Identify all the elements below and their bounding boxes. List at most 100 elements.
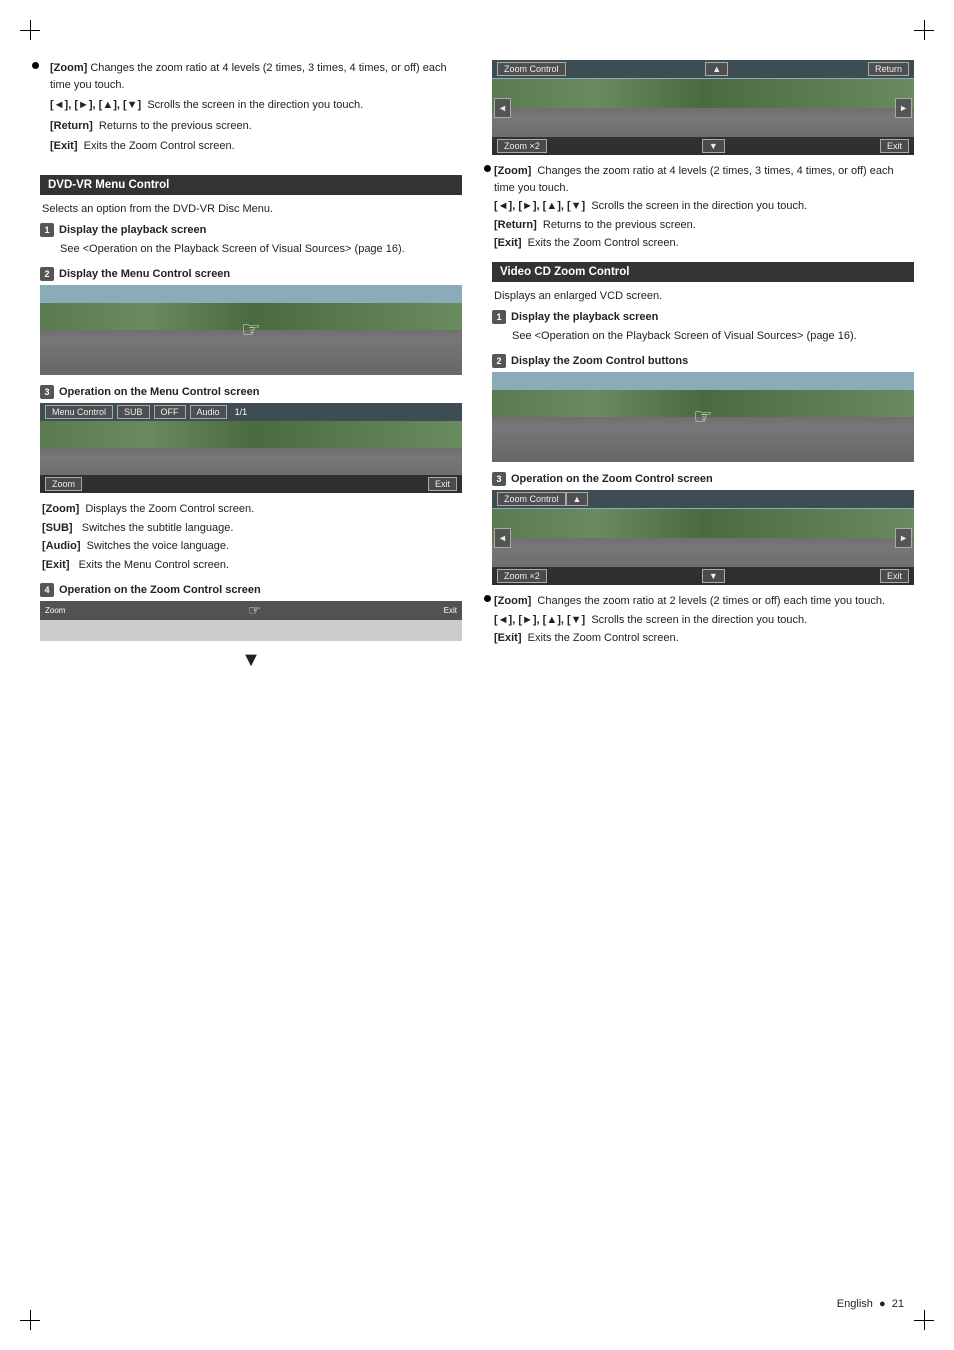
return-key-text: Returns to the previous screen. — [99, 120, 252, 132]
step4-num: 4 — [40, 583, 54, 597]
right-up-btn: ▲ — [705, 62, 728, 76]
left-column: [Zoom] Changes the zoom ratio at 4 level… — [40, 60, 462, 682]
step2-num: 2 — [40, 267, 54, 281]
exit-key-text: Exits the Zoom Control screen. — [84, 140, 235, 152]
vcd-top-bar: Zoom Control ▲ — [492, 490, 914, 508]
right-nav-left: ◄ — [494, 98, 511, 118]
dvd-step3: 3 Operation on the Menu Control screen M… — [40, 385, 462, 573]
vcd-step3-title: 3 Operation on the Zoom Control screen — [492, 472, 914, 486]
vcd-step3-num: 3 — [492, 472, 506, 486]
right-return-desc: [Return] Returns to the previous screen. — [494, 217, 914, 234]
dvd-step2: 2 Display the Menu Control screen ☞ — [40, 267, 462, 375]
dvd-step3-keys: [Zoom] Displays the Zoom Control screen.… — [40, 501, 462, 573]
zoom-desc: [Zoom] Displays the Zoom Control screen. — [42, 501, 462, 518]
sub-btn: SUB — [117, 405, 150, 419]
page-indicator: 1/1 — [235, 407, 248, 417]
vcd-step1: 1 Display the playback screen See <Opera… — [492, 310, 914, 345]
zoom-tiny-label: Zoom — [45, 606, 65, 615]
exit-menu-desc: [Exit] Exits the Menu Control screen. — [42, 557, 462, 574]
exit-key-label: [Exit] — [50, 140, 78, 152]
dvd-step4-title: 4 Operation on the Zoom Control screen — [40, 583, 462, 597]
vcd-section-header: Video CD Zoom Control — [492, 262, 914, 282]
arrows-key-text: Scrolls the screen in the direction you … — [147, 99, 363, 111]
off-btn: OFF — [154, 405, 186, 419]
hand-icon: ☞ — [241, 317, 261, 343]
vcd-exit-btn: Exit — [880, 569, 909, 583]
vcd-section-desc: Displays an enlarged VCD screen. — [492, 290, 914, 302]
right-arrows-desc: [◄], [►], [▲], [▼] Scrolls the screen in… — [494, 198, 914, 215]
dvd-step1-title: 1 Display the playback screen — [40, 223, 462, 237]
dvd-step1-desc: See <Operation on the Playback Screen of… — [40, 241, 462, 258]
vcd-screen-ui3: Zoom Control ▲ ◄ ► Zoom ×2 ▼ Exit — [492, 490, 914, 585]
dvd-step4: 4 Operation on the Zoom Control screen Z… — [40, 583, 462, 672]
arrows-key-label: [◄], [►], [▲], [▼] — [50, 99, 141, 111]
left-zoom-description: [Zoom] Changes the zoom ratio at 4 level… — [40, 60, 462, 155]
menu-bottom-bar: Zoom Exit — [40, 475, 462, 493]
return-key-desc: [Return] Returns to the previous screen. — [50, 118, 462, 135]
vcd-exit-desc: [Exit] Exits the Zoom Control screen. — [494, 630, 914, 647]
dvd-step1: 1 Display the playback screen See <Opera… — [40, 223, 462, 258]
zoom-key-label: [Zoom] — [50, 62, 87, 74]
vcd-screen-ui2: ☞ — [492, 372, 914, 462]
right-down-btn: ▼ — [702, 139, 725, 153]
vcd-step1-desc: See <Operation on the Playback Screen of… — [492, 328, 914, 345]
menu-top-bar: Menu Control SUB OFF Audio 1/1 — [40, 403, 462, 421]
page-number: English ● 21 — [837, 1298, 904, 1310]
reg-mark-bl — [20, 1310, 40, 1330]
audio-btn: Audio — [190, 405, 227, 419]
exit-key-desc: [Exit] Exits the Zoom Control screen. — [50, 138, 462, 155]
hand-tiny: ☞ — [248, 602, 261, 619]
vcd-hand-icon: ☞ — [693, 404, 713, 430]
vcd-step1-title: 1 Display the playback screen — [492, 310, 914, 324]
right-return-btn: Return — [868, 62, 909, 76]
zoom-key-text: Changes the zoom ratio at 4 levels (2 ti… — [50, 62, 447, 91]
bullet-right — [484, 165, 491, 172]
vcd-up-btn: ▲ — [566, 492, 589, 506]
right-zoom-keys: [Zoom] Changes the zoom ratio at 4 level… — [492, 163, 914, 252]
dvd-section-desc: Selects an option from the DVD-VR Disc M… — [40, 203, 462, 215]
menu-control-btn: Menu Control — [45, 405, 113, 419]
vcd-down-btn: ▼ — [702, 569, 725, 583]
right-nav-right: ► — [895, 98, 912, 118]
vcd-nav-right: ► — [895, 528, 912, 548]
vcd-nav-left: ◄ — [494, 528, 511, 548]
vcd-step1-num: 1 — [492, 310, 506, 324]
zoom-bottom-btn: Zoom — [45, 477, 82, 491]
reg-mark-tr — [914, 20, 934, 40]
main-content: [Zoom] Changes the zoom ratio at 4 level… — [40, 60, 914, 682]
bullet-vcd — [484, 595, 491, 602]
bullet-dot — [32, 62, 39, 69]
right-column: Zoom Control ▲ Return ◄ ► Zoom ×2 ▼ Exit — [492, 60, 914, 657]
dvd-menu-control-screen: ☞ — [40, 285, 462, 375]
arrows-key-desc: [◄], [►], [▲], [▼] Scrolls the screen in… — [50, 97, 462, 114]
right-bottom-bar: Zoom ×2 ▼ Exit — [492, 137, 914, 155]
vcd-zoom-desc: [Zoom] Changes the zoom ratio at 2 level… — [494, 593, 914, 610]
vcd-step3-screen: Zoom Control ▲ ◄ ► Zoom ×2 ▼ Exit — [492, 490, 914, 585]
right-zoom-x2: Zoom ×2 — [497, 139, 547, 153]
vcd-step2-screen: ☞ — [492, 372, 914, 462]
right-zoom-ctrl-btn: Zoom Control — [497, 62, 566, 76]
step1-num: 1 — [40, 223, 54, 237]
vcd-step3: 3 Operation on the Zoom Control screen Z… — [492, 472, 914, 647]
vcd-section: Video CD Zoom Control Displays an enlarg… — [492, 262, 914, 647]
vcd-zoom-x2: Zoom ×2 — [497, 569, 547, 583]
right-exit-btn: Exit — [880, 139, 909, 153]
screen-ui2: Menu Control SUB OFF Audio 1/1 Zoom Exit — [40, 403, 462, 493]
step3-num: 3 — [40, 385, 54, 399]
right-zoom-screen-block: Zoom Control ▲ Return ◄ ► Zoom ×2 ▼ Exit — [492, 60, 914, 252]
dvd-step2-title: 2 Display the Menu Control screen — [40, 267, 462, 281]
exit-tiny-label: Exit — [444, 606, 457, 615]
vcd-step2-title: 2 Display the Zoom Control buttons — [492, 354, 914, 368]
dvd-step4-screen: Zoom ☞ Exit — [40, 601, 462, 641]
reg-mark-br — [914, 1310, 934, 1330]
audio-desc: [Audio] Switches the voice language. — [42, 538, 462, 555]
reg-mark-tl — [20, 20, 40, 40]
exit-bottom-btn: Exit — [428, 477, 457, 491]
vcd-zoom-ctrl-btn: Zoom Control — [497, 492, 566, 506]
down-arrow-indicator: ▼ — [40, 649, 462, 672]
sub-desc: [SUB] Switches the subtitle language. — [42, 520, 462, 537]
right-top-bar: Zoom Control ▲ Return — [492, 60, 914, 78]
vcd-step2-num: 2 — [492, 354, 506, 368]
vcd-step2: 2 Display the Zoom Control buttons ☞ — [492, 354, 914, 462]
right-screen-ui: Zoom Control ▲ Return ◄ ► Zoom ×2 ▼ Exit — [492, 60, 914, 155]
